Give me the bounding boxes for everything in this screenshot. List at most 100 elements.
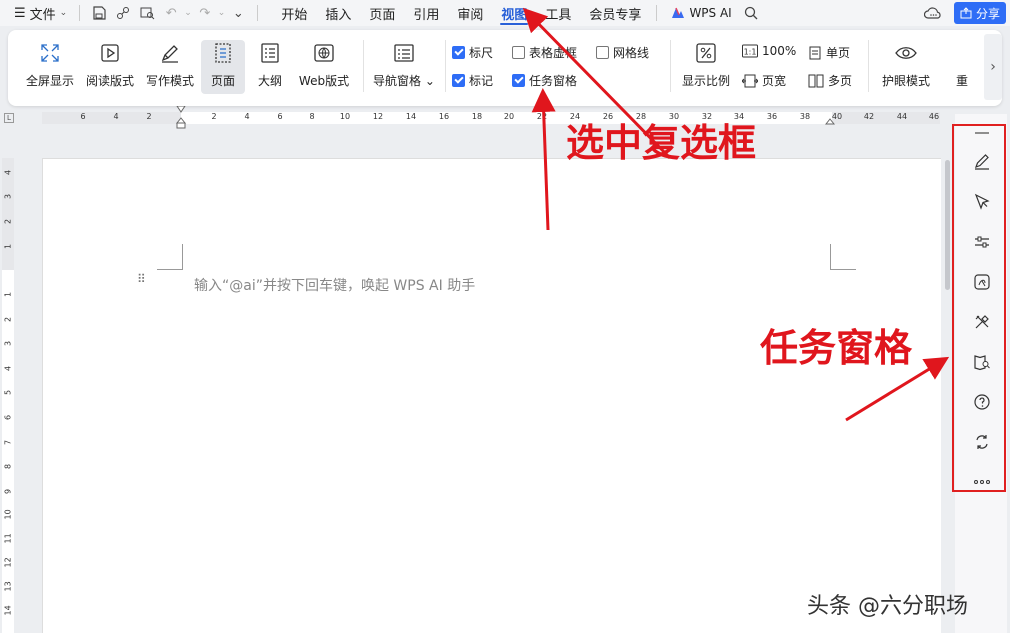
marks-checkbox-label: 标记 <box>469 74 494 88</box>
indent-marker-icon[interactable] <box>176 106 186 134</box>
ruler-number: 10 <box>3 509 13 520</box>
ruler-number: 8 <box>3 463 13 470</box>
ruler-number: 4 <box>3 365 13 372</box>
drag-handle-icon[interactable]: ⠿ <box>137 273 146 285</box>
single-page-button[interactable]: 单页 <box>808 44 850 61</box>
redo-dropdown-icon[interactable]: ⌄ <box>218 8 226 18</box>
nav-pane-icon <box>394 44 414 62</box>
multi-page-icon <box>808 74 824 87</box>
zoom-100-button[interactable]: 1:1 100% <box>742 44 796 58</box>
redo-icon[interactable]: ↷ <box>194 2 216 24</box>
ruler-number: 4 <box>244 112 250 121</box>
ruler-number: 10 <box>339 112 351 121</box>
ruler-number: 38 <box>799 112 811 121</box>
single-page-icon <box>809 46 821 59</box>
ruler-number: 12 <box>372 112 384 121</box>
ruler-checkbox-label: 标尺 <box>469 46 494 60</box>
tab-insert[interactable]: 插入 <box>316 0 360 26</box>
writing-mode-button[interactable]: 写作模式 <box>144 40 196 94</box>
one-to-one-icon: 1:1 <box>742 44 758 58</box>
page-corner-mark <box>830 244 856 270</box>
ruler-number: 13 <box>3 581 13 592</box>
cloud-icon[interactable] <box>922 2 944 24</box>
page-layout-button[interactable]: 页面 <box>201 40 245 94</box>
gridlines-checkbox-box[interactable] <box>596 46 609 59</box>
page-width-button[interactable]: 页宽 <box>742 72 786 89</box>
share-icon <box>960 7 972 19</box>
table-grid-checkbox-label: 表格虚框 <box>529 46 578 60</box>
zoom-button[interactable]: 显示比例 <box>678 40 734 94</box>
ruler-number: 2 <box>211 112 217 121</box>
tab-membership[interactable]: 会员专享 <box>580 0 650 26</box>
undo-icon[interactable]: ↶ <box>160 2 182 24</box>
ruler-number: 4 <box>3 169 13 176</box>
ruler-number: 18 <box>471 112 483 121</box>
outline-button[interactable]: 大纲 <box>250 40 290 94</box>
more-quick-access-icon[interactable]: ⌄ <box>227 2 249 24</box>
gridlines-checkbox-label: 网格线 <box>613 46 650 60</box>
ruler-number: 46 <box>928 112 940 121</box>
tab-review[interactable]: 审阅 <box>448 0 492 26</box>
file-menu-label: 文件 <box>29 7 56 23</box>
gridlines-checkbox[interactable]: 网格线 <box>596 44 649 61</box>
ribbon-scroll-right-icon[interactable]: › <box>984 34 1002 100</box>
ruler-number: 12 <box>3 557 13 568</box>
vertical-ruler[interactable]: 4 3 2 1 1 2 3 4 5 6 7 8 9 10 11 12 13 14 <box>2 158 14 633</box>
marks-checkbox-box[interactable] <box>452 74 465 87</box>
ruler-number: 4 <box>113 112 119 121</box>
pen-icon <box>161 45 178 63</box>
web-layout-button[interactable]: Web版式 <box>296 40 352 94</box>
view-ribbon: 全屏显示 阅读版式 写作模式 页面 大纲 Web版式 导航窗格 ⌄ 标尺 表格虚… <box>8 30 1002 106</box>
annotation-select-checkbox: 选中复选框 <box>566 121 757 165</box>
fullscreen-label: 全屏显示 <box>25 74 74 88</box>
task-pane-checkbox-box[interactable] <box>512 74 525 87</box>
eye-mode-button[interactable]: 护眼模式 <box>876 40 936 94</box>
globe-icon <box>314 44 334 62</box>
file-menu-button[interactable]: ☰ 文件 ⌄ <box>10 2 71 24</box>
ruler-number: 22 <box>536 112 548 121</box>
ruler-tab-selector[interactable]: L <box>4 113 14 123</box>
vertical-scrollbar[interactable] <box>943 112 951 633</box>
table-grid-checkbox-box[interactable] <box>512 46 525 59</box>
eye-mode-label: 护眼模式 <box>881 74 930 88</box>
fullscreen-button[interactable]: 全屏显示 <box>24 40 76 94</box>
multi-page-button[interactable]: 多页 <box>808 72 852 89</box>
ruler-checkbox-box[interactable] <box>452 46 465 59</box>
share-button[interactable]: 分享 <box>953 2 1006 24</box>
undo-dropdown-icon[interactable]: ⌄ <box>184 8 192 18</box>
print-preview-icon[interactable] <box>136 2 158 24</box>
task-pane-checkbox-label: 任务窗格 <box>529 74 578 88</box>
document-page[interactable] <box>42 158 941 633</box>
single-page-label: 单页 <box>826 46 851 60</box>
wps-ai-button[interactable]: WPS AI <box>663 0 739 26</box>
web-label: Web版式 <box>298 74 350 88</box>
ruler-number: 16 <box>438 112 450 121</box>
save-icon[interactable] <box>88 2 110 24</box>
tab-view[interactable]: 视图 <box>492 0 536 26</box>
table-grid-checkbox[interactable]: 表格虚框 <box>512 44 577 61</box>
watermark: 头条 @六分职场 <box>807 594 968 619</box>
marks-checkbox[interactable]: 标记 <box>452 72 493 89</box>
outline-icon <box>261 43 279 63</box>
scrollbar-thumb[interactable] <box>945 160 950 290</box>
page-label: 页面 <box>210 74 235 88</box>
right-indent-marker-icon[interactable] <box>825 118 835 128</box>
tab-tools[interactable]: 工具 <box>536 0 580 26</box>
horizontal-ruler[interactable]: 6 4 2 2 4 6 8 10 12 14 16 18 20 22 24 26… <box>42 106 940 129</box>
percent-icon <box>696 43 716 63</box>
ruler-number: 44 <box>896 112 908 121</box>
search-icon[interactable] <box>740 2 762 24</box>
tab-references[interactable]: 引用 <box>404 0 448 26</box>
ai-hint-placeholder[interactable]: 输入“@ai”并按下回车键，唤起 WPS AI 助手 <box>194 275 475 295</box>
rearrange-button[interactable]: 重 <box>952 40 972 94</box>
reading-icon <box>101 44 119 62</box>
task-pane-checkbox[interactable]: 任务窗格 <box>512 72 577 89</box>
share-link-icon[interactable] <box>112 2 134 24</box>
ruler-number: 1 <box>3 291 13 298</box>
svg-text:1:1: 1:1 <box>744 48 757 57</box>
tab-page[interactable]: 页面 <box>360 0 404 26</box>
nav-pane-button[interactable]: 导航窗格 ⌄ <box>372 40 436 94</box>
ruler-checkbox[interactable]: 标尺 <box>452 44 493 61</box>
tab-home[interactable]: 开始 <box>272 0 316 26</box>
reading-layout-button[interactable]: 阅读版式 <box>84 40 136 94</box>
